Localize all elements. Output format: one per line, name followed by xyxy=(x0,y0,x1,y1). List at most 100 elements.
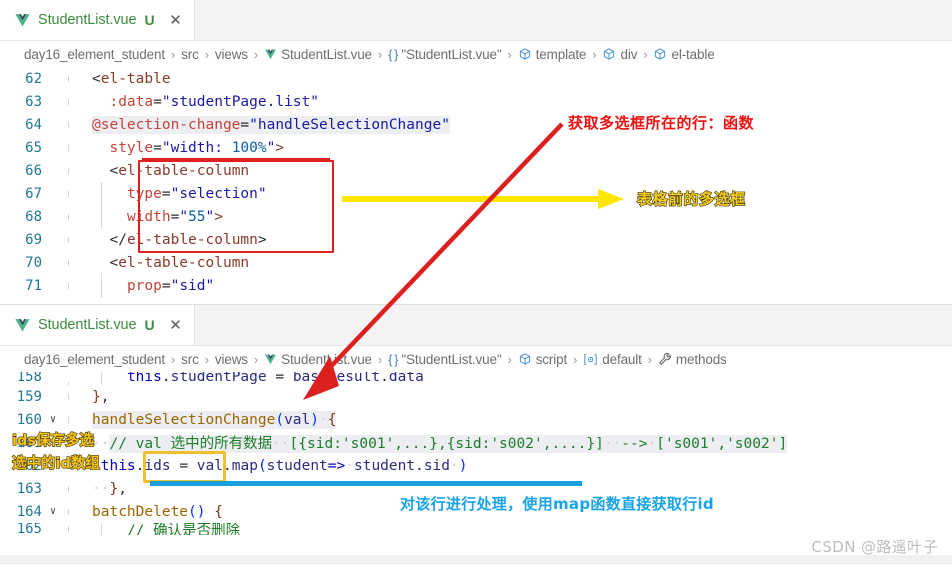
breadcrumb-item[interactable]: methods xyxy=(658,352,727,367)
breadcrumb-item[interactable]: StudentList.vue xyxy=(264,352,372,367)
annotation-yellow-text-left-line2: 选中的id数组 xyxy=(11,455,100,472)
line-number: 67 xyxy=(25,185,42,202)
breadcrumb-separator: › xyxy=(253,351,259,367)
breadcrumb-item[interactable]: default xyxy=(583,352,642,367)
editor-pane-top: StudentList.vue U ✕ day16_element_studen… xyxy=(0,0,952,306)
breadcrumb-separator: › xyxy=(592,46,597,62)
annotation-yellow-text-left-line1: ids保存多选 xyxy=(11,432,94,449)
line-number: 160 xyxy=(16,411,42,428)
code-line: 165 // 确认是否删除 xyxy=(0,523,952,535)
breadcrumb-separator: › xyxy=(507,46,512,62)
code-line: 158 this.studentPage = baseResult.data xyxy=(0,372,952,385)
breadcrumb-item[interactable]: src xyxy=(181,47,199,62)
line-number: 165 xyxy=(16,523,42,535)
code-text: }, xyxy=(92,388,110,405)
code-text: batchDelete() { xyxy=(92,503,223,520)
breadcrumb-item[interactable]: el-table xyxy=(653,47,715,62)
breadcrumb-separator: › xyxy=(643,46,648,62)
braces-icon: { } xyxy=(388,351,398,367)
breadcrumb-item[interactable]: script xyxy=(518,352,567,367)
watermark: CSDN @路遥叶子 xyxy=(811,538,938,556)
braces-icon: { } xyxy=(388,46,398,62)
breadcrumb-separator: › xyxy=(573,351,578,367)
line-number: 158 xyxy=(16,372,42,385)
breadcrumb-item[interactable]: day16_element_student xyxy=(24,352,165,367)
breadcrumb-item[interactable]: src xyxy=(181,352,199,367)
code-text: <el-table xyxy=(92,70,171,87)
export-default-icon xyxy=(583,353,598,366)
tab-studentlist-vue-top[interactable]: StudentList.vue U ✕ xyxy=(0,0,195,40)
code-text: prop="sid" xyxy=(92,273,214,298)
breadcrumb-item[interactable]: day16_element_student xyxy=(24,47,165,62)
code-line: 65 style="width: 100%"> xyxy=(0,136,952,159)
line-number: 68 xyxy=(25,208,42,225)
fold-toggle[interactable]: ∨ xyxy=(44,506,62,517)
vue-logo-icon xyxy=(15,318,30,332)
line-number: 66 xyxy=(25,162,42,179)
tab-label: StudentList.vue xyxy=(38,12,137,28)
code-text: @selection-change="handleSelectionChange… xyxy=(92,115,450,134)
breadcrumb-separator: › xyxy=(507,351,512,367)
close-icon[interactable]: ✕ xyxy=(167,316,185,334)
breadcrumb-separator: › xyxy=(204,46,209,62)
line-number: 65 xyxy=(25,139,42,156)
editor-pane-bottom: StudentList.vue U ✕ day16_element_studen… xyxy=(0,305,952,566)
breadcrumb-item[interactable]: template xyxy=(518,47,586,62)
code-text: :data="studentPage.list" xyxy=(109,93,319,110)
breadcrumb-separator: › xyxy=(253,46,259,62)
line-number: 164 xyxy=(16,503,42,520)
breadcrumb-separator: › xyxy=(170,351,176,367)
breadcrumb-item[interactable]: { } "StudentList.vue" xyxy=(388,351,502,367)
annotation-red-text: 获取多选框所在的行：函数 xyxy=(568,114,755,132)
code-line: 71 prop="sid" xyxy=(0,273,952,298)
gold-highlight-box-this-ids xyxy=(143,451,226,483)
close-icon[interactable]: ✕ xyxy=(167,11,185,29)
line-number: 63 xyxy=(25,93,42,110)
line-number: 71 xyxy=(25,277,42,294)
code-text: style="width: 100%"> xyxy=(109,139,285,156)
breadcrumb-separator: › xyxy=(647,351,652,367)
code-line: 159 }, xyxy=(0,385,952,408)
breadcrumb-separator: › xyxy=(204,351,209,367)
pane-divider[interactable] xyxy=(0,304,952,305)
cube-icon xyxy=(518,47,532,61)
line-number: 62 xyxy=(25,70,42,87)
breadcrumb-top: day16_element_student › src › views › St… xyxy=(0,41,952,67)
red-highlight-box-selection-column xyxy=(138,160,334,253)
breadcrumb-separator: › xyxy=(170,46,176,62)
line-number: 64 xyxy=(25,116,42,133)
annotation-blue-text: 对该行进行处理，使用map函数直接获取行id xyxy=(400,495,714,513)
breadcrumb-item[interactable]: views xyxy=(215,352,248,367)
breadcrumb-separator: › xyxy=(377,351,383,367)
breadcrumb-item[interactable]: { } "StudentList.vue" xyxy=(388,46,502,62)
vue-logo-icon xyxy=(15,13,30,27)
line-number: 163 xyxy=(16,480,42,497)
cube-icon xyxy=(518,352,532,366)
code-text: this.studentPage = baseResult.data xyxy=(92,372,424,385)
fold-toggle[interactable]: ∨ xyxy=(44,414,62,425)
code-text: handleSelectionChange(val)·{ xyxy=(92,410,337,429)
code-line: 70 <el-table-column xyxy=(0,251,952,274)
line-number: 69 xyxy=(25,231,42,248)
code-text: <el-table-column xyxy=(109,254,250,271)
breadcrumb-item[interactable]: StudentList.vue xyxy=(264,47,372,62)
code-text: // 确认是否删除 xyxy=(92,523,240,535)
code-line: 62 <el-table xyxy=(0,67,952,90)
tabbar-bottom: StudentList.vue U ✕ xyxy=(0,305,952,346)
wrench-icon xyxy=(658,352,672,366)
window-bottom-strip xyxy=(0,555,952,565)
code-line: 64 @selection-change="handleSelectionCha… xyxy=(0,113,952,136)
breadcrumb-item[interactable]: div xyxy=(602,47,637,62)
tab-label: StudentList.vue xyxy=(38,317,137,333)
line-number: 70 xyxy=(25,254,42,271)
tab-dirty-marker: U xyxy=(144,317,155,333)
code-text: ··}, xyxy=(92,480,127,497)
cube-icon xyxy=(653,47,667,61)
breadcrumb-item[interactable]: views xyxy=(215,47,248,62)
annotation-yellow-text: 表格前的多选框 xyxy=(636,189,746,208)
breadcrumb-bottom: day16_element_student › src › views › St… xyxy=(0,346,952,372)
cube-icon xyxy=(602,47,616,61)
code-line: 63 :data="studentPage.list" xyxy=(0,90,952,113)
tabbar-top: StudentList.vue U ✕ xyxy=(0,0,952,41)
tab-studentlist-vue-bottom[interactable]: StudentList.vue U ✕ xyxy=(0,305,195,345)
